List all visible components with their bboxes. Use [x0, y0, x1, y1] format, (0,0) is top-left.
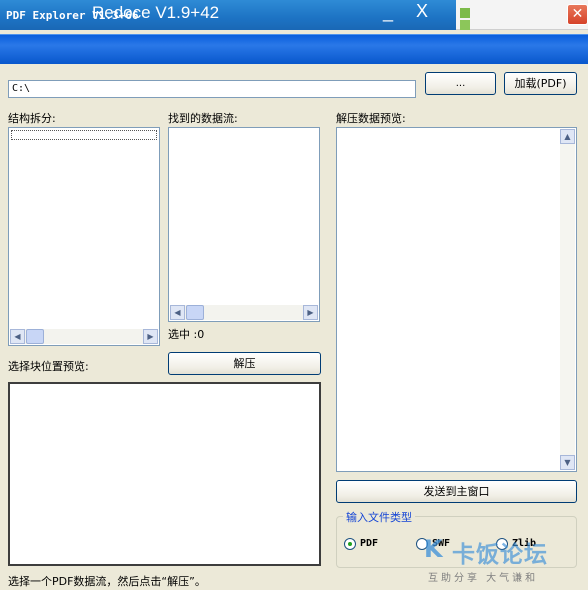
structure-list[interactable]: ◀ ▶ [8, 127, 160, 346]
structure-label: 结构拆分: [8, 112, 56, 125]
decompress-button[interactable]: 解压 [168, 352, 321, 375]
close-button[interactable]: ✕ [567, 4, 588, 25]
streams-found-label: 找到的数据流: [168, 112, 238, 125]
background-close-button[interactable]: X [416, 1, 428, 22]
watermark-brand: 卡饭论坛 [452, 542, 548, 568]
scroll-right-icon[interactable]: ▶ [143, 329, 158, 344]
structure-horizontal-scrollbar[interactable]: ◀ ▶ [10, 329, 158, 344]
block-preview-label: 选择块位置预览: [8, 360, 89, 373]
watermark-slogan: 互助分享 大气谦和 [428, 573, 539, 584]
window-titlebar [0, 34, 588, 64]
file-type-title: 输入文件类型 [343, 509, 415, 525]
status-text: 选择一个PDF数据流，然后点击“解压”。 [8, 575, 206, 588]
radio-pdf-label[interactable]: PDF [360, 538, 378, 549]
decompressed-preview-label: 解压数据预览: [336, 112, 406, 125]
streams-list[interactable]: ◀ ▶ [168, 127, 320, 322]
background-minimize-button[interactable]: _ [383, 2, 393, 23]
scroll-up-icon[interactable]: ▲ [560, 129, 575, 144]
decompressed-preview-box[interactable]: ▲ ▼ [336, 127, 577, 472]
path-input[interactable]: C:\ [8, 80, 416, 98]
scroll-left-icon[interactable]: ◀ [10, 329, 25, 344]
block-preview-box[interactable] [8, 382, 321, 566]
load-pdf-button[interactable]: 加载(PDF) [504, 72, 577, 95]
watermark-logo-icon: K [424, 535, 443, 563]
scroll-thumb[interactable] [26, 329, 44, 344]
scroll-right-icon[interactable]: ▶ [303, 305, 318, 320]
streams-horizontal-scrollbar[interactable]: ◀ ▶ [170, 305, 318, 320]
scroll-down-icon[interactable]: ▼ [560, 455, 575, 470]
send-to-main-window-button[interactable]: 发送到主窗口 [336, 480, 577, 503]
scroll-thumb[interactable] [186, 305, 204, 320]
preview-vertical-scrollbar[interactable]: ▲ ▼ [560, 129, 575, 470]
radio-pdf[interactable] [344, 538, 356, 550]
scroll-left-icon[interactable]: ◀ [170, 305, 185, 320]
window-title: PDF Explorer V1.3+66 [6, 9, 139, 22]
structure-list-item[interactable] [11, 130, 157, 140]
selected-count: 选中 :0 [168, 328, 205, 341]
browse-button[interactable]: ... [425, 72, 496, 95]
